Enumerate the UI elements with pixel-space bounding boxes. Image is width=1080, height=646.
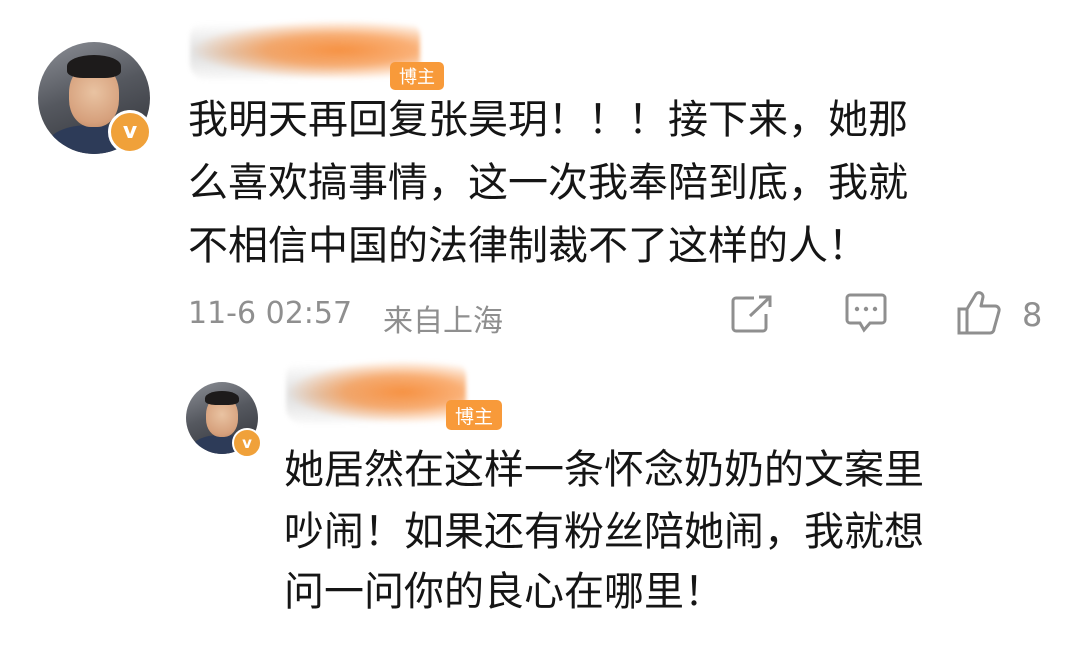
replier-name-row: 博主 — [286, 360, 526, 430]
comment-avatar[interactable]: v — [38, 42, 152, 154]
author-badge-label: 博主 — [454, 405, 493, 428]
comment-icon — [845, 293, 887, 333]
like-count: 8 — [1022, 296, 1043, 334]
author-badge: 博主 — [446, 400, 502, 430]
author-badge-label: 博主 — [399, 67, 435, 88]
share-icon — [731, 295, 772, 333]
comment-text-line: 我明天再回复张昊玥！！！接下来，她那 — [188, 97, 908, 143]
comment-text-line: 么喜欢搞事情，这一次我奉陪到底，我就 — [188, 160, 908, 206]
like-icon — [957, 291, 1001, 335]
verified-badge-icon: v — [108, 110, 152, 154]
reply-text-line: 她居然在这样一条怀念奶奶的文案里 — [284, 447, 924, 493]
like-button[interactable] — [954, 288, 1004, 338]
reply-item: v 博主 她居然在这样一条怀念奶奶的文案里 吵闹！如果还有粉丝陪她闹，我就想 问… — [0, 350, 1080, 646]
blurred-username[interactable] — [286, 360, 466, 424]
comment-location: 来自上海 — [383, 304, 503, 339]
comment-timestamp: 11-6 02:57 — [188, 296, 353, 331]
comment-text-line: 不相信中国的法律制裁不了这样的人！ — [188, 223, 868, 269]
commenter-name-row: 博主 — [190, 20, 490, 90]
reply-avatar[interactable]: v — [186, 382, 262, 458]
reply-text-line: 问一问你的良心在哪里！ — [284, 569, 724, 615]
verified-badge-icon: v — [232, 428, 262, 458]
author-badge: 博主 — [390, 62, 444, 90]
reply-button[interactable] — [842, 292, 890, 336]
share-button[interactable] — [728, 292, 776, 336]
comment-item: v 博主 我明天再回复张昊玥！！！接下来，她那 么喜欢搞事情，这一次我奉陪到底，… — [0, 0, 1080, 350]
blurred-username[interactable] — [190, 20, 420, 80]
reply-text-line: 吵闹！如果还有粉丝陪她闹，我就想 — [284, 509, 924, 555]
